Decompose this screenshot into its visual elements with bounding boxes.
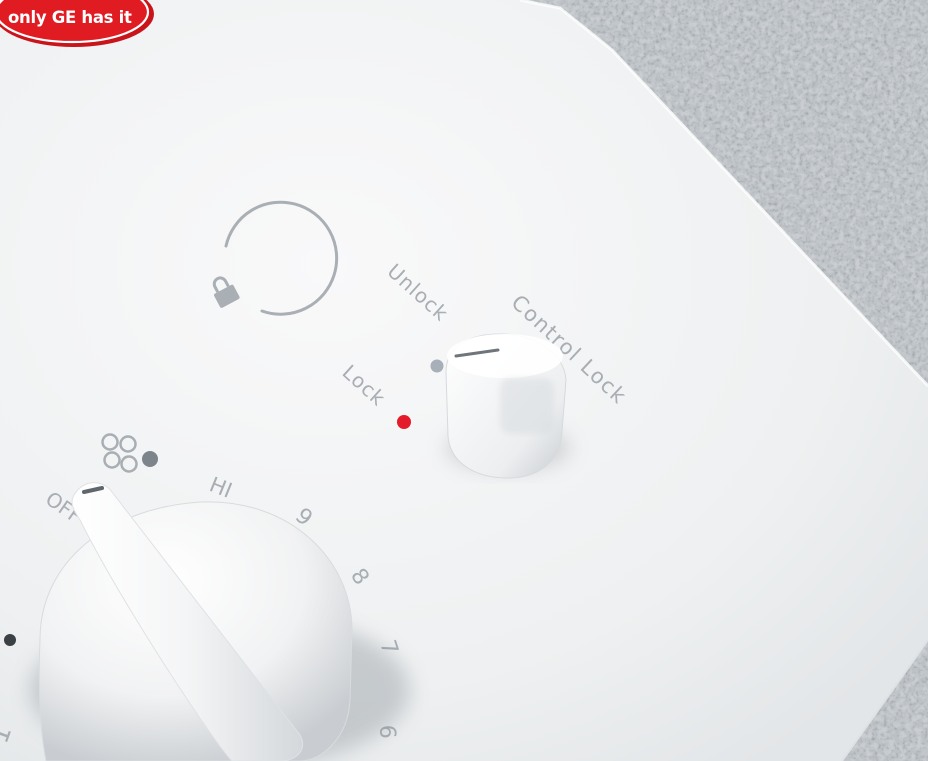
dial-dot (4, 634, 16, 646)
lock-indicator (397, 415, 411, 429)
cooktop-photo: Unlock Lock Control Lock OFF HI 9 8 7 6 … (0, 0, 928, 761)
control-lock-knob[interactable] (445, 333, 570, 479)
badge-label: only GE has it (8, 8, 132, 27)
unlock-indicator (430, 359, 444, 373)
